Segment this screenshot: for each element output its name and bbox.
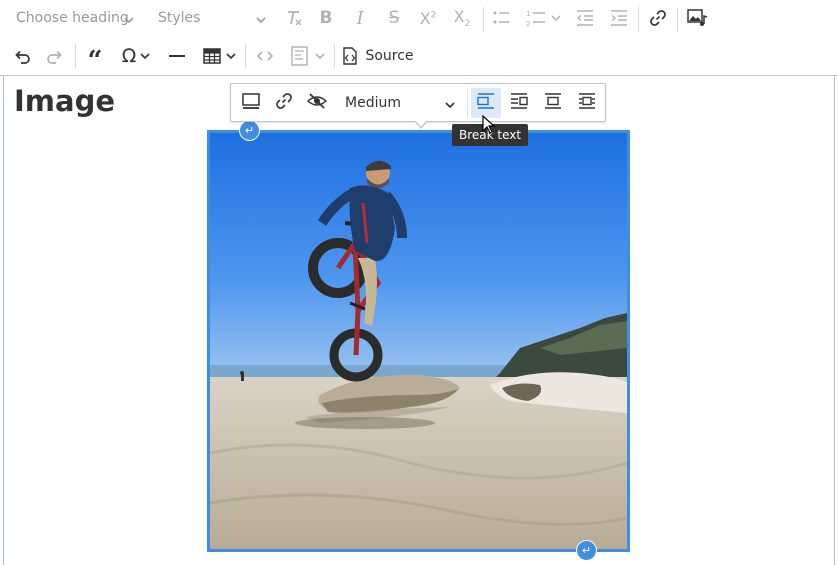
outdent-icon: [575, 8, 595, 28]
align-center-button[interactable]: [538, 88, 568, 118]
blockquote-button[interactable]: “: [80, 41, 110, 76]
numbered-list-icon: 12: [525, 8, 561, 28]
chevron-down-icon: [140, 51, 150, 61]
indent-icon: [609, 8, 629, 28]
subscript-icon: X2: [453, 6, 471, 30]
align-right-wrap-button[interactable]: [504, 88, 534, 118]
alt-text-off-icon: [306, 91, 328, 115]
bulleted-list-button[interactable]: [487, 3, 515, 33]
heading-dropdown-label: Choose heading: [16, 10, 129, 26]
remove-format-button[interactable]: [279, 3, 309, 33]
indent-button[interactable]: [604, 3, 634, 33]
chevron-down-icon: [315, 51, 325, 61]
bold-icon: B: [319, 8, 333, 28]
chevron-down-icon: [445, 98, 455, 114]
styles-dropdown[interactable]: Styles: [150, 3, 272, 33]
svg-text:2: 2: [526, 20, 530, 28]
redo-button[interactable]: [41, 41, 69, 71]
superscript-icon: X2: [419, 8, 437, 28]
media-embed-icon: [686, 7, 708, 29]
return-arrow-icon: ↵: [581, 544, 592, 557]
toolbar-separator: [483, 7, 484, 32]
superscript-button[interactable]: X2: [413, 3, 443, 33]
insert-paragraph-before-handle[interactable]: ↵: [240, 121, 259, 140]
undo-button[interactable]: [8, 41, 36, 71]
image-caption-icon: [241, 91, 261, 115]
special-characters-icon: Ω: [121, 45, 137, 67]
toolbar-separator: [638, 7, 639, 32]
template-icon: [289, 45, 311, 67]
subscript-button[interactable]: X2: [447, 3, 477, 33]
align-center-icon: [543, 91, 563, 115]
image-size-label: Medium: [345, 95, 401, 111]
strikethrough-button[interactable]: S: [379, 3, 409, 33]
code-icon: [255, 46, 275, 66]
image-link-icon: [274, 91, 294, 115]
chevron-down-icon: [226, 51, 236, 61]
remove-format-icon: [284, 8, 304, 28]
balloon-arrow: [414, 120, 428, 129]
mouse-pointer-icon: [482, 115, 496, 134]
strikethrough-icon: S: [388, 8, 400, 28]
return-arrow-icon: ↵: [244, 124, 255, 137]
alt-text-button[interactable]: [302, 88, 332, 118]
link-button[interactable]: [643, 3, 673, 33]
beach-bike-photo: [210, 133, 627, 549]
undo-icon: [12, 46, 32, 66]
svg-text:1: 1: [526, 10, 530, 18]
break-text-align-icon: [476, 91, 496, 115]
styles-dropdown-label: Styles: [158, 10, 201, 26]
image-size-dropdown[interactable]: Medium: [337, 88, 461, 118]
toolbar-separator: [467, 89, 468, 117]
editor-toolbar: Choose heading Styles B I S X2 X2 12 “ Ω…: [0, 0, 838, 76]
toolbar-separator: [677, 7, 678, 32]
chevron-down-icon: [124, 13, 134, 29]
outdent-button[interactable]: [570, 3, 600, 33]
image-toolbar: Medium: [230, 83, 606, 129]
blockquote-icon: “: [87, 46, 103, 76]
align-right-wrap-icon: [509, 91, 529, 115]
image-widget[interactable]: [207, 130, 630, 552]
italic-icon: I: [356, 7, 364, 29]
media-embed-button[interactable]: [682, 3, 712, 33]
align-block-button[interactable]: [572, 88, 602, 118]
toolbar-separator: [245, 43, 246, 69]
horizontal-line-button[interactable]: [162, 41, 192, 71]
toolbar-separator: [334, 43, 335, 69]
template-button[interactable]: [284, 41, 330, 71]
redo-icon: [45, 46, 65, 66]
link-icon: [648, 8, 668, 28]
horizontal-line-icon: [167, 46, 187, 66]
code-button[interactable]: [250, 41, 280, 71]
special-characters-button[interactable]: Ω: [114, 41, 158, 71]
toggle-caption-button[interactable]: [236, 88, 266, 118]
heading-dropdown[interactable]: Choose heading: [8, 3, 140, 33]
image-link-button[interactable]: [269, 88, 299, 118]
bold-button[interactable]: B: [311, 3, 341, 33]
chevron-down-icon: [256, 13, 266, 29]
source-icon: [340, 46, 360, 66]
page-heading: Image: [14, 84, 116, 118]
align-block-icon: [577, 91, 597, 115]
table-icon: [202, 46, 222, 66]
insert-paragraph-after-handle[interactable]: ↵: [577, 541, 596, 560]
table-button[interactable]: [197, 41, 241, 71]
bulleted-list-icon: [491, 8, 511, 28]
source-button-label: Source: [365, 48, 414, 64]
break-text-align-button[interactable]: [471, 88, 501, 118]
numbered-list-button[interactable]: 12: [520, 3, 566, 33]
toolbar-separator: [75, 43, 76, 69]
source-button[interactable]: Source: [340, 41, 414, 71]
italic-button[interactable]: I: [345, 3, 375, 33]
